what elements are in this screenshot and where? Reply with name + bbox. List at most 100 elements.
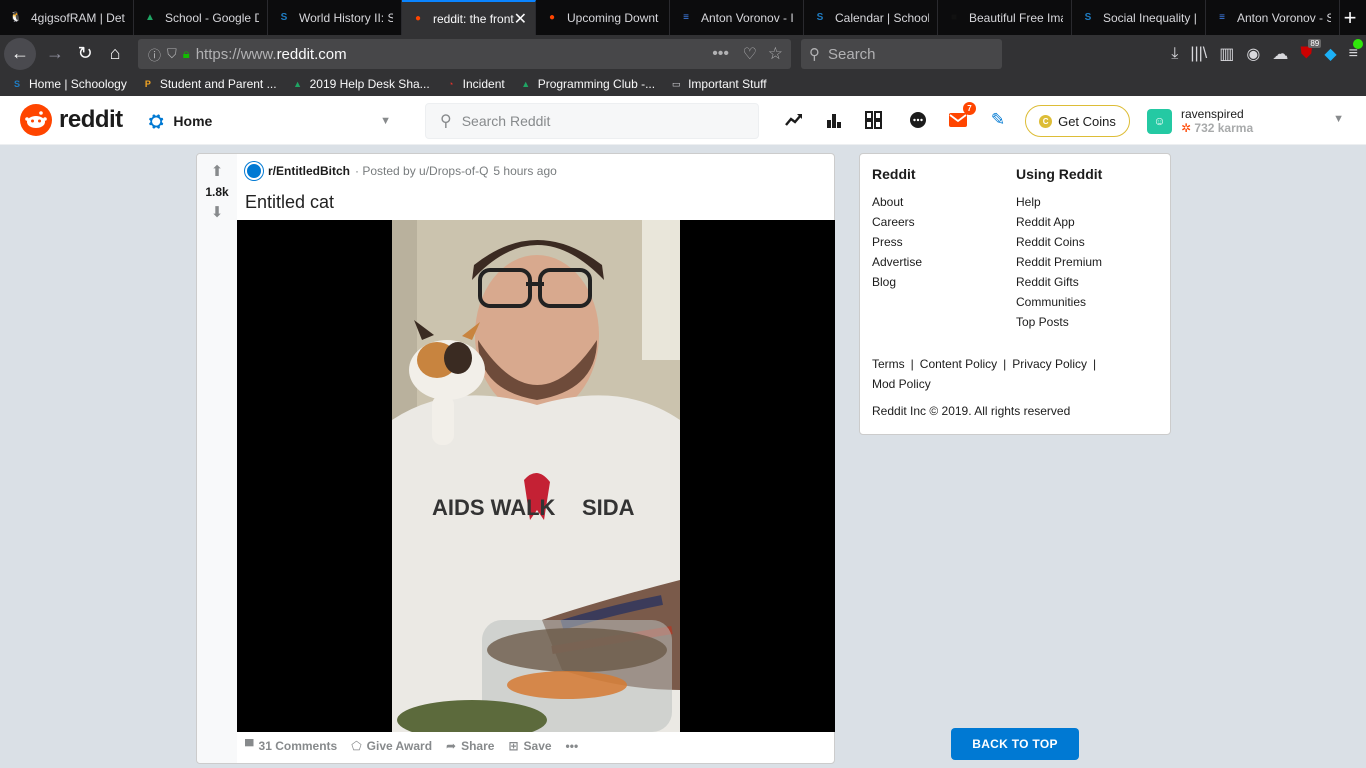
save-button[interactable]: ⊞ Save [508,739,551,753]
bookmark-item[interactable]: P Student and Parent ... [141,77,277,91]
bookmark-favicon-icon: ▭ [671,78,681,89]
footer-link[interactable]: Blog [872,272,922,292]
mod-policy-link[interactable]: Mod Policy [872,377,931,391]
footer-link[interactable]: Top Posts [1016,312,1102,332]
browser-tab[interactable]: S World History II: S [268,0,402,35]
url-text[interactable]: https://www.reddit.com [196,46,347,63]
get-coins-button[interactable]: C Get Coins [1025,105,1130,137]
footer-link[interactable]: Reddit App [1016,212,1102,232]
browser-tab[interactable]: ▲ School - Google D [134,0,268,35]
content-policy-link[interactable]: Content Policy [920,357,997,371]
new-tab-button[interactable]: + [1334,0,1366,35]
reddit-wordmark: reddit [59,106,123,133]
user-dropdown[interactable]: ☺ ravenspired ✲ 732 karma ▼ [1147,104,1352,138]
close-tab-icon[interactable]: ✕ [514,9,527,29]
browser-tab[interactable]: S Calendar | School [804,0,938,35]
chat-icon[interactable] [906,108,930,132]
give-award-button[interactable]: ⬠ Give Award [351,739,432,753]
video-player[interactable]: AIDS WALK SIDA [237,220,835,732]
bookmark-item[interactable]: ◔ Incident [444,77,505,91]
browser-tab[interactable]: ≡ Anton Voronov - S [1206,0,1340,35]
sidebar-icon[interactable]: ▥ [1219,44,1234,64]
bookmark-item[interactable]: ▲ Programming Club -... [519,77,655,91]
info-icon[interactable]: ⓘ [148,45,161,64]
browser-search-input[interactable]: ⚲ Search [801,39,1002,69]
bookmarks-bar: S Home | Schoology P Student and Parent ...… [0,72,1366,96]
browser-tab[interactable]: 🐧 4gigsofRAM | Det [0,0,134,35]
footer-link[interactable]: Advertise [872,252,922,272]
browser-tab[interactable]: S Social Inequality | [1072,0,1206,35]
create-post-pencil-icon[interactable]: ✎ [986,108,1010,132]
browser-tab[interactable]: ● Upcoming Downt [536,0,670,35]
footer-link[interactable]: Help [1016,192,1102,212]
footer-link[interactable]: Reddit Coins [1016,232,1102,252]
reddit-logo[interactable]: reddit [20,104,123,136]
more-options-button[interactable]: ••• [566,739,579,753]
pocket-icon[interactable]: ♡ [743,44,757,64]
extension-blue-icon[interactable]: ◆ [1324,44,1336,64]
footer-link[interactable]: Careers [872,212,922,232]
forward-icon[interactable]: → [40,39,70,69]
footer-link[interactable]: About [872,192,922,212]
home-icon[interactable]: ⌂ [100,39,130,69]
url-bar[interactable]: ⓘ ⛉ 🔒︎ https://www.reddit.com ••• ♡ ☆ [138,39,791,69]
footer-link[interactable]: Communities [1016,292,1102,312]
share-button[interactable]: ➦ Share [446,739,494,753]
mail-icon[interactable]: 7 [946,102,976,132]
upvote-icon[interactable]: ⬆︎ [211,164,224,179]
tab-favicon-icon: 🐧 [9,12,23,23]
post-score: 1.8k [205,185,229,199]
account-icon[interactable]: ◉ [1246,44,1260,64]
library-icon[interactable]: |||\ [1190,45,1207,63]
bookmark-label: Programming Club -... [537,77,656,91]
posted-by[interactable]: · Posted by u/Drops-of-Q [355,164,488,178]
bookmark-star-icon[interactable]: ☆ [768,44,783,64]
bookmark-favicon-icon: ▲ [293,79,303,89]
subreddit-link[interactable]: r/EntitledBitch [268,164,350,178]
footer-link[interactable]: Reddit Premium [1016,252,1102,272]
comment-icon: ▀ [245,739,254,753]
leaderboard-icon[interactable] [822,108,846,132]
terms-link[interactable]: Terms [872,357,905,371]
reddit-links-column: Reddit About Careers Press Advertise Blog [872,166,922,292]
lock-icon: 🔒︎ [182,46,190,61]
bookmark-item[interactable]: ▲ 2019 Help Desk Sha... [291,77,430,91]
back-to-top-button[interactable]: BACK TO TOP [951,728,1079,760]
subreddit-icon[interactable] [245,162,263,180]
reload-icon[interactable]: ↻ [70,39,100,69]
menu-icon[interactable]: ≡ [1349,39,1363,63]
using-reddit-heading: Using Reddit [1016,166,1103,182]
tab-favicon-icon: ● [414,13,422,24]
downvote-icon[interactable]: ⬇︎ [211,205,224,220]
trending-icon[interactable] [782,108,806,132]
svg-text:AIDS WALK: AIDS WALK [432,495,556,520]
tab-favicon-icon: ■ [950,12,958,23]
download-icon[interactable]: ⤓ [1171,45,1178,63]
browser-tab[interactable]: ≡ Anton Voronov - I [670,0,804,35]
tracking-shield-icon[interactable]: ⛉ [167,46,177,62]
rpan-icon[interactable] [862,108,886,132]
browser-tab[interactable]: ■ Beautiful Free Ima [938,0,1072,35]
browser-toolbar: ⤓ |||\ ▥ ◉ ☁ ⛊ 89 ◆ ≡ [1171,39,1363,69]
mail-badge: 7 [963,102,976,115]
post-title[interactable]: Entitled cat [245,192,334,213]
bookmark-item[interactable]: S Home | Schoology [10,77,127,91]
extension-icon[interactable]: ☁ [1272,44,1288,64]
reddit-search-input[interactable]: ⚲ Search Reddit [425,103,759,139]
page-actions-icon[interactable]: ••• [712,45,729,63]
post-time[interactable]: 5 hours ago [493,164,556,178]
home-dropdown[interactable]: ⛭ Home ▼ [149,105,395,137]
policy-links: Terms | Content Policy | Privacy Policy | Mod… [872,357,1097,391]
tab-title: Anton Voronov - S [1237,10,1331,25]
comments-button[interactable]: ▀ 31 Comments [245,739,337,753]
bookmark-item[interactable]: ▭ Important Stuff [669,77,767,91]
ublock-icon[interactable]: ⛊ 89 [1300,39,1322,63]
bookmark-label: Student and Parent ... [159,77,277,91]
footer-link[interactable]: Reddit Gifts [1016,272,1102,292]
post-card[interactable]: ⬆︎ 1.8k ⬇︎ r/EntitledBitch · Posted by u… [196,153,835,764]
share-icon: ➦ [446,739,457,753]
privacy-policy-link[interactable]: Privacy Policy [1012,357,1087,371]
back-icon[interactable]: ← [4,37,36,70]
browser-tab[interactable]: ● reddit: the front ✕ [402,0,536,35]
footer-link[interactable]: Press [872,232,922,252]
